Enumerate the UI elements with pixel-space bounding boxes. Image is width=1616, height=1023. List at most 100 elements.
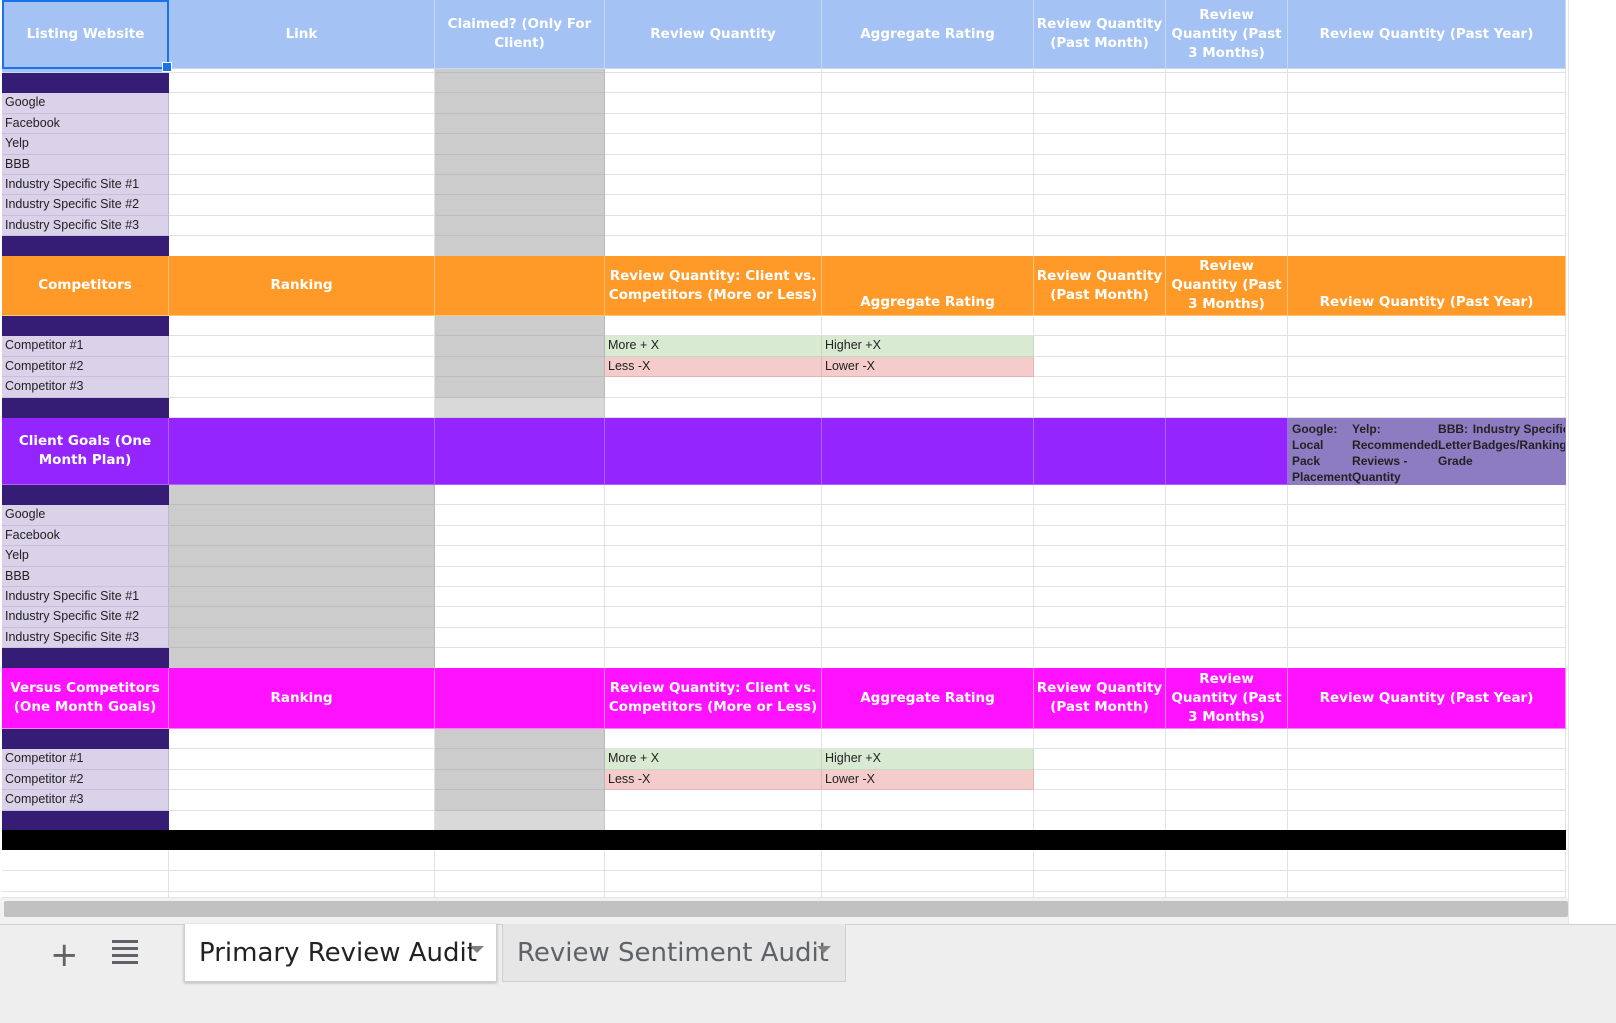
cell[interactable] bbox=[605, 236, 822, 257]
cell[interactable] bbox=[1034, 729, 1166, 750]
cell[interactable] bbox=[435, 790, 605, 811]
cell[interactable] bbox=[169, 236, 435, 257]
goals-header-cell[interactable] bbox=[1034, 418, 1166, 485]
quantity-compare-cell[interactable] bbox=[605, 377, 822, 398]
cell[interactable] bbox=[605, 648, 822, 669]
header-cell[interactable]: Review Quantity (Past 3 Months) bbox=[1166, 0, 1288, 69]
cell[interactable] bbox=[822, 505, 1034, 526]
cell[interactable] bbox=[435, 485, 605, 506]
cell[interactable] bbox=[1288, 851, 1566, 872]
cell[interactable] bbox=[1166, 505, 1288, 526]
cell[interactable] bbox=[605, 154, 822, 175]
listing-label-cell[interactable]: Industry Specific Site #1 bbox=[2, 175, 169, 196]
cell[interactable] bbox=[1034, 546, 1166, 567]
link-cell[interactable] bbox=[169, 175, 435, 196]
rating-compare-cell[interactable]: Higher +X bbox=[822, 336, 1034, 357]
goals-header-cell[interactable] bbox=[822, 418, 1034, 485]
goals-header-cell[interactable] bbox=[1166, 418, 1288, 485]
cell[interactable] bbox=[1034, 356, 1166, 378]
competitors-header-cell[interactable]: Review Quantity (Past Month) bbox=[1034, 256, 1166, 316]
cell[interactable] bbox=[605, 546, 822, 567]
goal-label-cell[interactable]: Industry Specific Site #3 bbox=[2, 627, 169, 649]
cell[interactable] bbox=[169, 73, 435, 94]
rating-compare-cell[interactable]: Higher +X bbox=[822, 749, 1034, 770]
rating-compare-cell[interactable]: Lower -X bbox=[822, 356, 1034, 378]
cell[interactable] bbox=[1034, 485, 1166, 506]
cell[interactable] bbox=[822, 525, 1034, 547]
cell[interactable] bbox=[822, 627, 1034, 649]
competitor-label-cell[interactable]: Competitor #2 bbox=[2, 356, 169, 378]
cell[interactable] bbox=[1166, 525, 1288, 547]
cell[interactable] bbox=[1034, 607, 1166, 628]
cell[interactable] bbox=[822, 316, 1034, 337]
cell[interactable] bbox=[1288, 215, 1566, 237]
versus-header-cell[interactable]: Review Quantity (Past Month) bbox=[1034, 668, 1166, 729]
cell[interactable] bbox=[2, 851, 169, 872]
cell[interactable] bbox=[605, 485, 822, 506]
ranking-cell[interactable] bbox=[169, 627, 435, 649]
link-cell[interactable] bbox=[169, 154, 435, 175]
cell[interactable] bbox=[1034, 134, 1166, 155]
horizontal-scrollbar-thumb[interactable] bbox=[4, 901, 1568, 917]
cell[interactable] bbox=[1034, 790, 1166, 811]
cell[interactable] bbox=[605, 73, 822, 94]
versus-header-cell[interactable]: Versus Competitors (One Month Goals) bbox=[2, 668, 169, 729]
cell[interactable] bbox=[1166, 316, 1288, 337]
cell[interactable] bbox=[605, 525, 822, 547]
competitor-label-cell[interactable]: Competitor #2 bbox=[2, 769, 169, 791]
goal-label-cell[interactable]: BBB bbox=[2, 566, 169, 587]
cell[interactable] bbox=[822, 810, 1034, 831]
separator-cell[interactable] bbox=[2, 830, 169, 851]
cell[interactable] bbox=[605, 505, 822, 526]
cell[interactable] bbox=[1288, 356, 1566, 378]
cell[interactable] bbox=[1288, 113, 1566, 135]
cell[interactable] bbox=[1034, 648, 1166, 669]
cell[interactable] bbox=[1166, 587, 1288, 608]
cell[interactable] bbox=[1034, 525, 1166, 547]
cell[interactable] bbox=[605, 566, 822, 587]
cell[interactable] bbox=[1288, 175, 1566, 196]
link-cell[interactable] bbox=[169, 93, 435, 114]
client-goals-header[interactable]: Client Goals (One Month Plan) bbox=[2, 418, 169, 485]
cell[interactable] bbox=[1166, 215, 1288, 237]
versus-header-cell[interactable]: Aggregate Rating bbox=[822, 668, 1034, 729]
cell[interactable] bbox=[1166, 627, 1288, 649]
cell[interactable] bbox=[435, 851, 605, 872]
cell[interactable] bbox=[1034, 175, 1166, 196]
competitors-header-cell[interactable]: Review Quantity (Past Year) bbox=[1288, 256, 1566, 316]
cell[interactable] bbox=[605, 175, 822, 196]
header-listing-website[interactable]: Listing Website bbox=[2, 0, 169, 69]
cell[interactable] bbox=[435, 505, 605, 526]
cell[interactable] bbox=[1166, 566, 1288, 587]
cell[interactable] bbox=[605, 810, 822, 831]
claimed-cell[interactable] bbox=[435, 316, 605, 337]
header-cell[interactable]: Aggregate Rating bbox=[822, 0, 1034, 69]
cell[interactable] bbox=[822, 195, 1034, 216]
cell[interactable] bbox=[169, 810, 435, 831]
separator-cell[interactable] bbox=[1034, 830, 1166, 851]
cell[interactable] bbox=[1166, 73, 1288, 94]
claimed-cell[interactable] bbox=[435, 195, 605, 216]
cell[interactable] bbox=[435, 525, 605, 547]
cell[interactable] bbox=[605, 607, 822, 628]
cell[interactable] bbox=[1288, 154, 1566, 175]
spacer-cell[interactable] bbox=[2, 316, 169, 337]
cell[interactable] bbox=[435, 627, 605, 649]
claimed-cell[interactable] bbox=[435, 73, 605, 94]
versus-header-cell[interactable]: Review Quantity (Past Year) bbox=[1288, 668, 1566, 729]
cell[interactable] bbox=[1288, 790, 1566, 811]
cell[interactable] bbox=[1034, 215, 1166, 237]
competitor-label-cell[interactable]: Competitor #3 bbox=[2, 790, 169, 811]
competitor-label-cell[interactable]: Competitor #1 bbox=[2, 749, 169, 770]
cell[interactable] bbox=[1166, 790, 1288, 811]
cell[interactable] bbox=[1034, 627, 1166, 649]
tab-review-sentiment-audit[interactable]: Review Sentiment Audit bbox=[502, 924, 846, 982]
add-sheet-button[interactable]: + bbox=[50, 938, 79, 972]
cell[interactable] bbox=[435, 607, 605, 628]
cell[interactable] bbox=[1166, 113, 1288, 135]
cell[interactable] bbox=[1034, 93, 1166, 114]
cell[interactable] bbox=[169, 397, 435, 418]
cell[interactable] bbox=[1034, 810, 1166, 831]
cell[interactable] bbox=[1166, 134, 1288, 155]
cell[interactable] bbox=[1288, 397, 1566, 418]
